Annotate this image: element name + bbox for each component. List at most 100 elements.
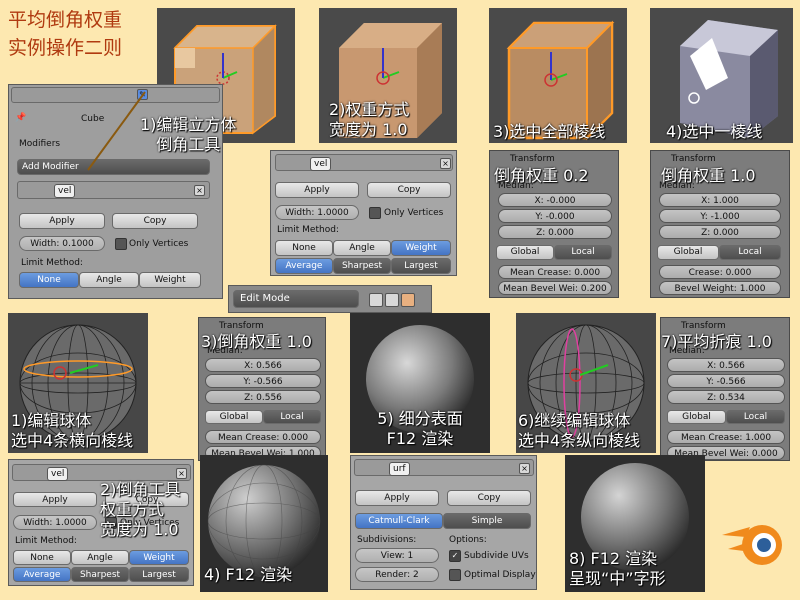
caption-c1-line1: 1)编辑立方体 (140, 115, 237, 134)
global-button[interactable]: Global (667, 410, 726, 424)
viewport-sphere-render-1[interactable]: 5) 细分表面 F12 渲染 (350, 313, 490, 453)
view-levels-field[interactable]: View: 1 (355, 548, 439, 563)
subdivide-uvs-checkbox[interactable]: ✓ (449, 550, 461, 562)
apply-button[interactable]: Apply (355, 490, 439, 506)
local-button[interactable]: Local (726, 410, 785, 424)
local-button[interactable]: Local (554, 245, 612, 260)
width-field[interactable]: Width: 1.0000 (275, 205, 359, 220)
average-button[interactable]: Average (275, 258, 333, 274)
close-icon[interactable]: × (194, 185, 205, 196)
close-icon[interactable]: × (519, 463, 530, 474)
copy-button[interactable]: Copy (367, 182, 451, 198)
simple-button[interactable]: Simple (443, 513, 531, 529)
y-field[interactable]: Y: -0.566 (667, 374, 785, 388)
caption-c4: 4)选中一棱线 (666, 122, 763, 141)
limit-none-button[interactable]: None (19, 272, 79, 288)
apply-button[interactable]: Apply (275, 182, 359, 198)
largest-button[interactable]: Largest (391, 258, 451, 274)
only-vertices-checkbox[interactable] (369, 207, 381, 219)
modifier-name-field[interactable]: vel (310, 157, 332, 171)
average-button[interactable]: Average (13, 567, 71, 582)
z-field[interactable]: Z: 0.000 (498, 225, 612, 239)
wrench-icon[interactable]: ✎ (137, 89, 148, 100)
z-field[interactable]: Z: 0.534 (667, 390, 785, 404)
limit-weight-button[interactable]: Weight (391, 240, 451, 256)
viewport-cube-4[interactable]: 4)选中一棱线 (650, 8, 793, 143)
x-field[interactable]: X: 1.000 (659, 193, 781, 207)
limit-method-label: Limit Method: (21, 258, 83, 268)
catmull-clark-button[interactable]: Catmull-Clark (355, 513, 443, 529)
title-line1: 平均倒角权重 (8, 9, 123, 31)
bevel-weight-field[interactable]: Bevel Weight: 1.000 (659, 281, 781, 295)
copy-button[interactable]: Copy (447, 490, 531, 506)
render-levels-field[interactable]: Render: 2 (355, 567, 439, 582)
apply-button[interactable]: Apply (19, 213, 105, 229)
vertex-select-icon[interactable] (369, 293, 383, 307)
global-button[interactable]: Global (205, 410, 263, 424)
add-modifier-dropdown[interactable]: Add Modifier (17, 159, 210, 175)
sharpest-button[interactable]: Sharpest (333, 258, 391, 274)
limit-angle-button[interactable]: Angle (333, 240, 391, 256)
y-field[interactable]: Y: -1.000 (659, 209, 781, 223)
viewport-sphere-render-2[interactable]: 4) F12 渲染 (200, 455, 328, 592)
width-field[interactable]: Width: 0.1000 (19, 236, 105, 251)
copy-button[interactable]: Copy (112, 213, 198, 229)
caption-s8: 8) F12 渲染 呈现“中”字形 (569, 549, 666, 589)
caption-c2: 2)权重方式 宽度为 1.0 (329, 100, 409, 140)
x-field[interactable]: X: 0.566 (205, 358, 321, 372)
global-button[interactable]: Global (657, 245, 719, 260)
viewport-sphere-1[interactable]: 1)编辑球体 选中4条横向棱线 (8, 313, 148, 453)
close-icon[interactable]: × (176, 468, 187, 479)
modifier-name-field[interactable]: urf (389, 462, 410, 476)
face-select-icon[interactable] (401, 293, 415, 307)
caption-s1: 1)编辑球体 选中4条横向棱线 (11, 411, 133, 451)
viewport-cube-2[interactable]: 2)权重方式 宽度为 1.0 (319, 8, 457, 143)
x-field[interactable]: X: -0.000 (498, 193, 612, 207)
y-field[interactable]: Y: -0.566 (205, 374, 321, 388)
viewport-cube-3[interactable]: 3)选中全部棱线 (489, 8, 627, 143)
limit-angle-button[interactable]: Angle (79, 272, 139, 288)
edit-mode-dropdown[interactable]: Edit Mode (233, 290, 359, 308)
viewport-sphere-2[interactable]: 6)继续编辑球体 选中4条纵向棱线 (516, 313, 656, 453)
caption-s5: 5) 细分表面 F12 渲染 (356, 409, 484, 449)
caption-c2-line2: 宽度为 1.0 (329, 120, 408, 139)
viewport-sphere-render-3[interactable]: 8) F12 渲染 呈现“中”字形 (565, 455, 705, 592)
close-icon[interactable]: × (440, 158, 451, 169)
mean-crease-field[interactable]: Mean Crease: 1.000 (667, 430, 785, 444)
caption-s6-line1: 6)继续编辑球体 (518, 411, 631, 430)
largest-button[interactable]: Largest (129, 567, 189, 582)
only-vertices-checkbox[interactable] (115, 238, 127, 250)
caption-s3: 3)倒角权重 1.0 (201, 332, 312, 351)
modifiers-section[interactable]: Modifiers (19, 139, 60, 149)
limit-none-button[interactable]: None (13, 550, 71, 565)
mean-bevel-field[interactable]: Mean Bevel Wei: 0.200 (498, 281, 612, 295)
local-button[interactable]: Local (263, 410, 321, 424)
bevel-weight-panel: vel × Apply Copy Width: 1.0000 Only Vert… (270, 150, 457, 276)
sharpest-button[interactable]: Sharpest (71, 567, 129, 582)
bevel-modifier-header: vel × (12, 464, 191, 481)
z-field[interactable]: Z: 0.556 (205, 390, 321, 404)
optimal-display-checkbox[interactable] (449, 569, 461, 581)
width-field[interactable]: Width: 1.0000 (13, 515, 97, 530)
edge-select-icon[interactable] (385, 293, 399, 307)
global-button[interactable]: Global (496, 245, 554, 260)
limit-weight-button[interactable]: Weight (139, 272, 201, 288)
limit-angle-button[interactable]: Angle (71, 550, 129, 565)
modifier-name-field[interactable]: vel (54, 184, 76, 198)
pin-icon[interactable]: 📌 (15, 113, 26, 123)
subsurf-panel: urf × Apply Copy Catmull-Clark Simple Su… (350, 455, 537, 590)
z-field[interactable]: Z: 0.000 (659, 225, 781, 239)
local-button[interactable]: Local (719, 245, 781, 260)
crease-field[interactable]: Crease: 0.000 (659, 265, 781, 279)
x-field[interactable]: X: 0.566 (667, 358, 785, 372)
mean-crease-field[interactable]: Mean Crease: 0.000 (205, 430, 321, 444)
weight-modifier-header: vel × (275, 154, 453, 171)
mean-crease-field[interactable]: Mean Crease: 0.000 (498, 265, 612, 279)
limit-none-button[interactable]: None (275, 240, 333, 256)
caption-s2-line3: 宽度为 1.0 (100, 520, 179, 539)
apply-button[interactable]: Apply (13, 492, 97, 507)
y-field[interactable]: Y: -0.000 (498, 209, 612, 223)
limit-weight-button[interactable]: Weight (129, 550, 189, 565)
modifier-name-field[interactable]: vel (47, 467, 69, 481)
mode-bar: Edit Mode (228, 285, 432, 313)
